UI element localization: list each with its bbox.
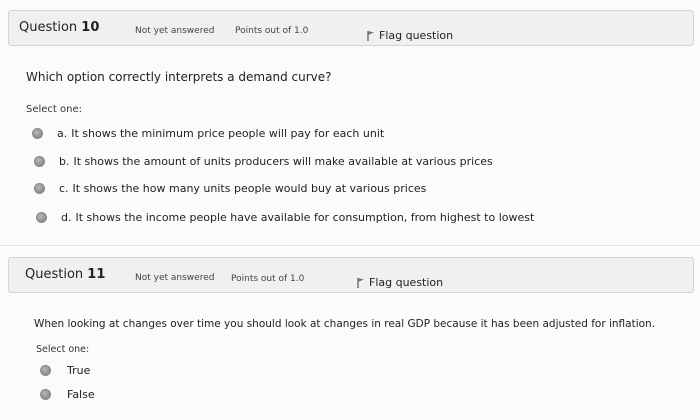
option-text: It shows the amount of units producers w…: [73, 155, 493, 168]
radio-icon[interactable]: [34, 183, 45, 194]
question-11-flag-button[interactable]: Flag question: [357, 276, 443, 289]
question-10-text: Which option correctly interprets a dema…: [26, 70, 332, 84]
option-letter: b.: [59, 155, 70, 168]
question-11-option-true[interactable]: True: [40, 364, 90, 377]
question-11-option-false[interactable]: False: [40, 388, 95, 401]
option-text: It shows the minimum price people will p…: [71, 127, 385, 140]
question-10-option-b[interactable]: b. It shows the amount of units producer…: [34, 155, 493, 168]
question-11-header: Question 11 Not yet answered Points out …: [8, 257, 694, 293]
question-11-select-prompt: Select one:: [36, 344, 90, 355]
section-divider: [0, 245, 700, 246]
question-10-title: Question 10: [19, 20, 100, 35]
option-letter: c.: [59, 182, 69, 195]
option-text: False: [67, 388, 95, 401]
radio-icon[interactable]: [40, 389, 51, 400]
option-text: It shows the income people have availabl…: [75, 211, 535, 224]
question-10-flag-button[interactable]: Flag question: [367, 29, 453, 42]
question-10-number: 10: [81, 20, 100, 35]
question-10-select-prompt: Select one:: [26, 104, 83, 115]
question-11-title: Question 11: [25, 267, 106, 282]
question-10-header: Question 10 Not yet answered Points out …: [8, 10, 694, 46]
radio-icon[interactable]: [32, 128, 43, 139]
question-11-points: Points out of 1.0: [231, 274, 305, 284]
radio-icon[interactable]: [40, 365, 51, 376]
question-10-flag-label: Flag question: [379, 29, 454, 42]
flag-icon: [367, 30, 375, 41]
question-10-option-d[interactable]: d. It shows the income people have avail…: [36, 211, 534, 224]
question-10-points: Points out of 1.0: [235, 26, 309, 36]
question-11-flag-label: Flag question: [369, 276, 444, 289]
question-11-number: 11: [87, 267, 106, 282]
radio-icon[interactable]: [36, 212, 47, 223]
question-10-status: Not yet answered: [135, 26, 215, 36]
option-text: It shows the how many units people would…: [72, 182, 427, 195]
option-text: True: [67, 364, 91, 377]
question-10-option-c[interactable]: c. It shows the how many units people wo…: [34, 182, 426, 195]
question-11-text: When looking at changes over time you sh…: [34, 318, 656, 330]
option-letter: a.: [57, 127, 68, 140]
radio-icon[interactable]: [34, 156, 45, 167]
option-letter: d.: [61, 211, 72, 224]
question-10-option-a[interactable]: a. It shows the minimum price people wil…: [32, 127, 384, 140]
question-11-status: Not yet answered: [135, 273, 215, 283]
quiz-page: Question 10 Not yet answered Points out …: [0, 0, 700, 420]
flag-icon: [357, 277, 365, 288]
